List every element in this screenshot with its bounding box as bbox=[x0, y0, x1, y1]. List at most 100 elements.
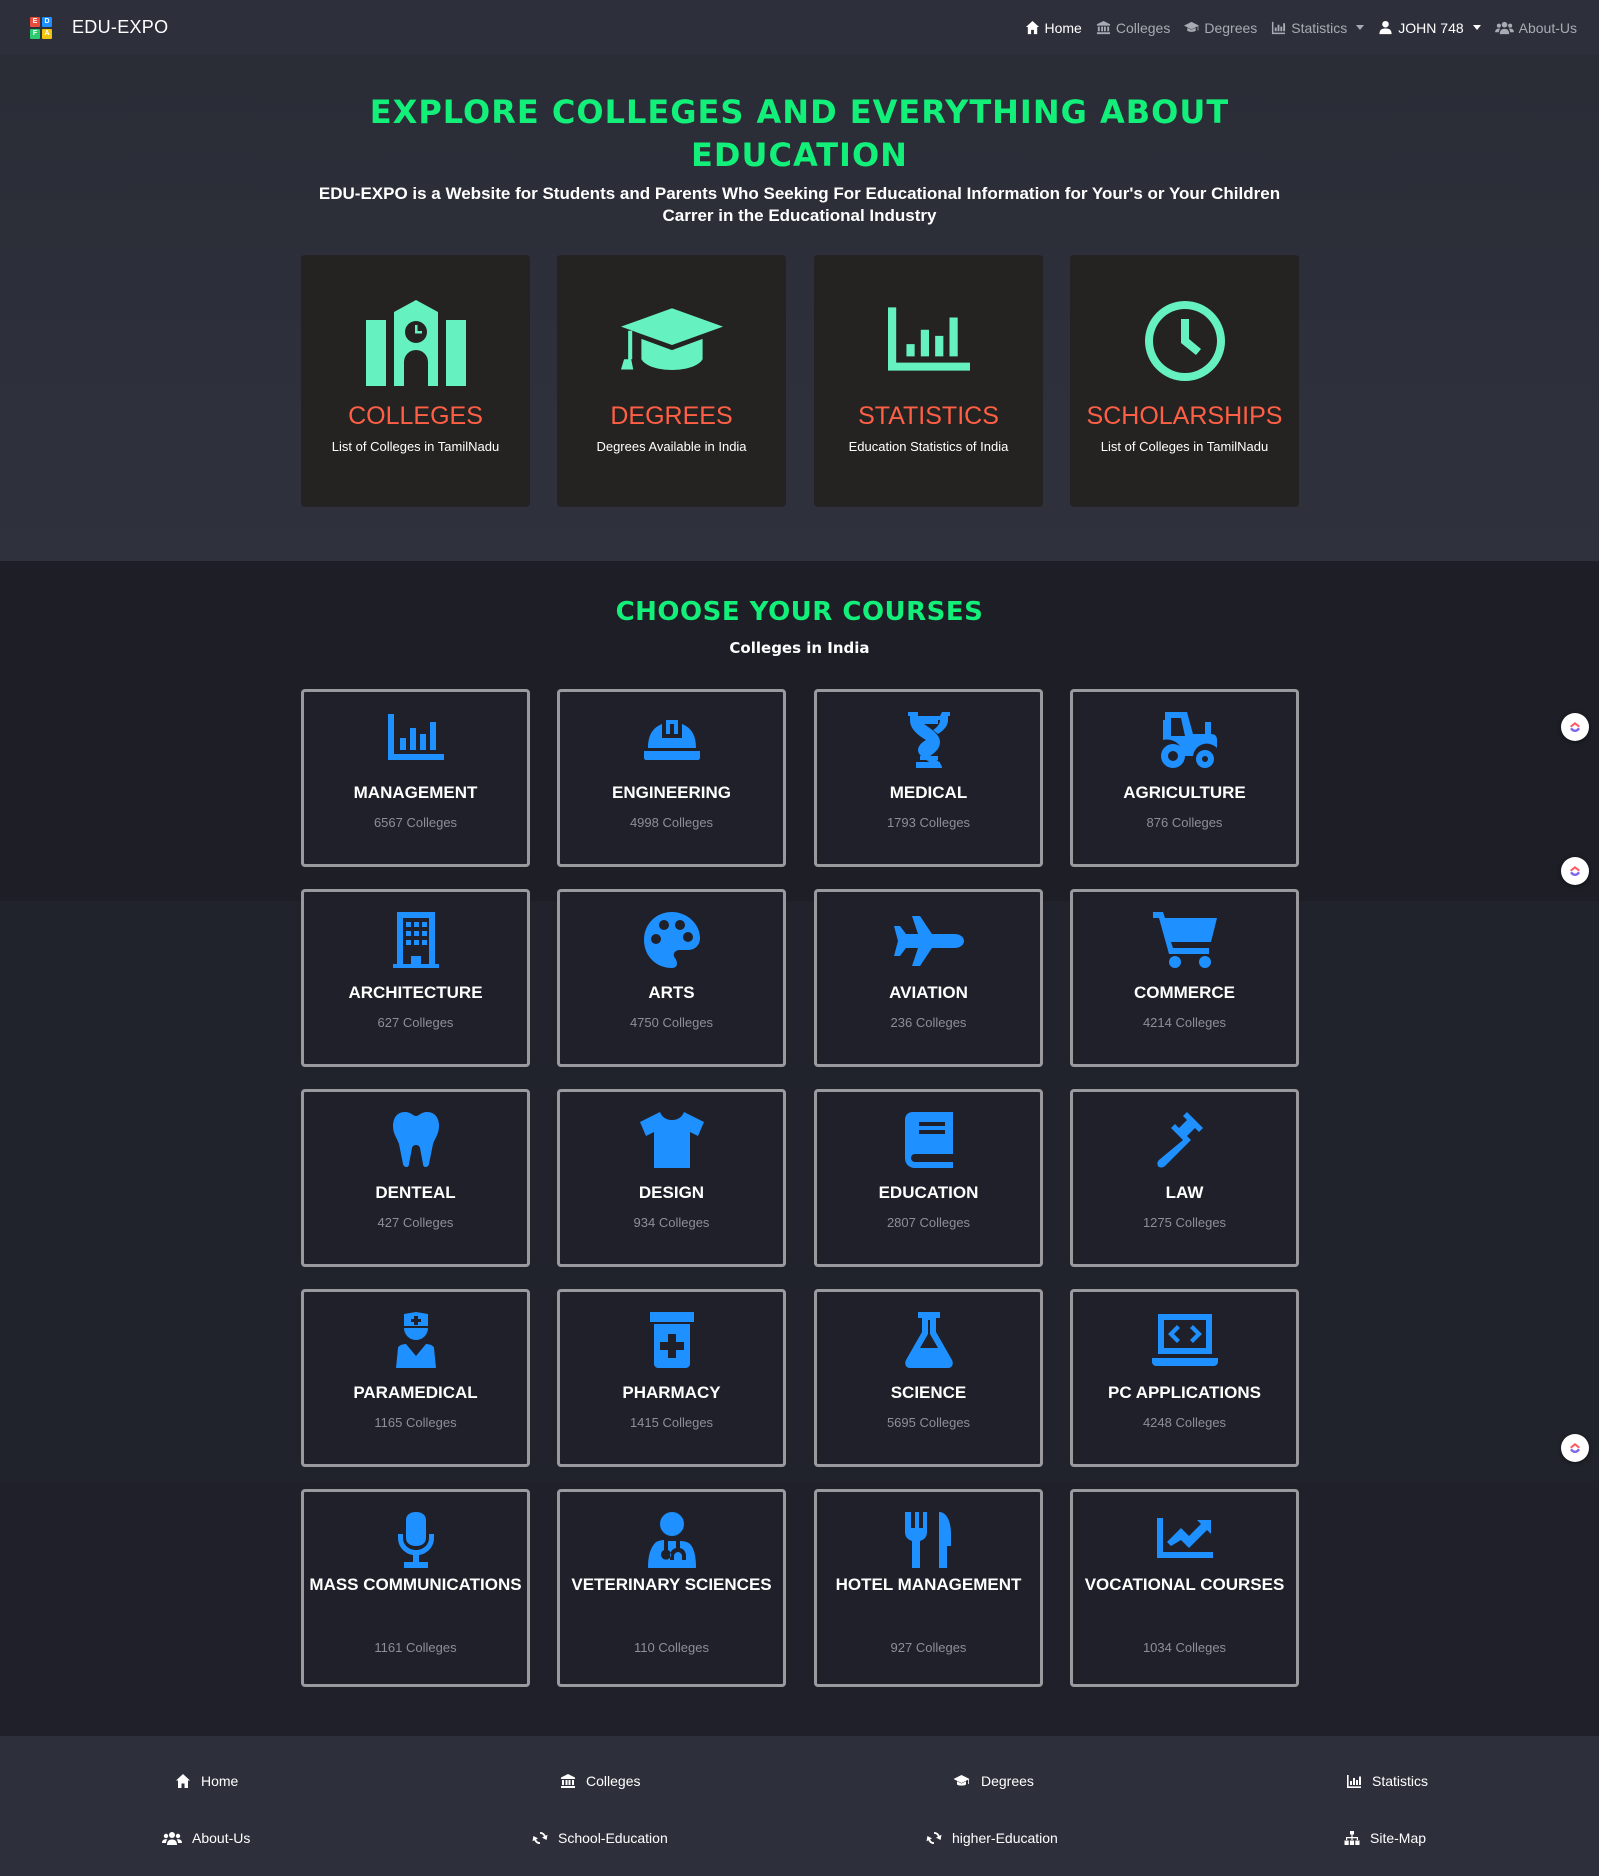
microphone-icon bbox=[396, 1512, 436, 1568]
book-icon bbox=[905, 1112, 953, 1168]
course-count: 1165 Colleges bbox=[374, 1415, 457, 1430]
course-card-veterinary-sciences[interactable]: VETERINARY SCIENCES 110 Colleges bbox=[557, 1489, 786, 1687]
course-count: 1034 Colleges bbox=[1142, 1640, 1227, 1655]
course-count: 934 Colleges bbox=[633, 1215, 710, 1230]
course-count: 627 Colleges bbox=[377, 1015, 454, 1030]
course-card-architecture[interactable]: ARCHITECTURE 627 Colleges bbox=[301, 889, 530, 1067]
course-card-hotel-management[interactable]: HOTEL MANAGEMENT 927 Colleges bbox=[814, 1489, 1043, 1687]
nav-degrees-label: Degrees bbox=[1204, 19, 1258, 36]
feature-desc: List of Colleges in TamilNadu bbox=[331, 439, 500, 454]
course-card-engineering[interactable]: ENGINEERING 4998 Colleges bbox=[557, 689, 786, 867]
course-count: 927 Colleges bbox=[890, 1640, 967, 1655]
footer-link-label: Statistics bbox=[1372, 1773, 1429, 1789]
feature-card-colleges[interactable]: COLLEGES List of Colleges in TamilNadu bbox=[301, 255, 530, 507]
feature-title: COLLEGES bbox=[348, 402, 483, 430]
graduation-cap-icon bbox=[1184, 20, 1199, 35]
course-name: VETERINARY SCIENCES bbox=[571, 1575, 772, 1594]
sync-icon bbox=[926, 1830, 942, 1846]
flask-icon bbox=[904, 1312, 954, 1368]
chart-line-icon bbox=[1157, 1518, 1213, 1558]
floating-widget-button[interactable] bbox=[1561, 713, 1589, 741]
course-name: LAW bbox=[1165, 1183, 1204, 1202]
plane-icon bbox=[894, 916, 964, 966]
course-card-agriculture[interactable]: AGRICULTURE 876 Colleges bbox=[1070, 689, 1299, 867]
home-icon bbox=[1025, 20, 1040, 35]
course-count: 1793 Colleges bbox=[886, 815, 971, 830]
course-name: AVIATION bbox=[889, 983, 968, 1002]
course-card-paramedical[interactable]: PARAMEDICAL 1165 Colleges bbox=[301, 1289, 530, 1467]
course-name: EDUCATION bbox=[878, 1183, 979, 1202]
sync-icon bbox=[532, 1830, 548, 1846]
course-name: ARCHITECTURE bbox=[348, 983, 483, 1002]
course-card-pharmacy[interactable]: PHARMACY 1415 Colleges bbox=[557, 1289, 786, 1467]
nav-statistics-dropdown[interactable]: Statistics bbox=[1271, 19, 1365, 36]
footer-link-colleges[interactable]: Colleges bbox=[560, 1773, 640, 1789]
brand[interactable]: E D F A EDU-EXPO bbox=[30, 16, 168, 39]
footer-link-school-education[interactable]: School-Education bbox=[532, 1830, 668, 1846]
course-count: 4998 Colleges bbox=[629, 815, 714, 830]
footer-link-about-us[interactable]: About-Us bbox=[162, 1830, 250, 1846]
prescription-bottle-icon bbox=[650, 1312, 694, 1368]
footer-link-home[interactable]: Home bbox=[175, 1773, 238, 1789]
course-count: 1415 Colleges bbox=[629, 1415, 714, 1430]
course-card-management[interactable]: MANAGEMENT 6567 Colleges bbox=[301, 689, 530, 867]
tooth-icon bbox=[393, 1112, 439, 1168]
course-name: MASS COMMUNICATIONS bbox=[309, 1575, 522, 1594]
logo-tile: A bbox=[42, 28, 52, 39]
course-count: 236 Colleges bbox=[890, 1015, 967, 1030]
feature-card-degrees[interactable]: DEGREES Degrees Available in India bbox=[557, 255, 786, 507]
course-card-vocational-courses[interactable]: VOCATIONAL COURSES 1034 Colleges bbox=[1070, 1489, 1299, 1687]
course-card-mass-communications[interactable]: MASS COMMUNICATIONS 1161 Colleges bbox=[301, 1489, 530, 1687]
nav-home-label: Home bbox=[1044, 19, 1082, 36]
hero-subtitle: EDU-EXPO is a Website for Students and P… bbox=[0, 183, 1599, 227]
course-card-aviation[interactable]: AVIATION 236 Colleges bbox=[814, 889, 1043, 1067]
course-name: HOTEL MANAGEMENT bbox=[835, 1575, 1022, 1594]
course-card-arts[interactable]: ARTS 4750 Colleges bbox=[557, 889, 786, 1067]
feature-card-statistics[interactable]: STATISTICS Education Statistics of India bbox=[814, 255, 1043, 507]
nav-degrees[interactable]: Degrees bbox=[1184, 20, 1257, 36]
school-icon bbox=[366, 300, 466, 386]
course-card-denteal[interactable]: DENTEAL 427 Colleges bbox=[301, 1089, 530, 1267]
footer-link-label: Site-Map bbox=[1370, 1830, 1427, 1846]
course-card-design[interactable]: DESIGN 934 Colleges bbox=[557, 1089, 786, 1267]
course-card-law[interactable]: LAW 1275 Colleges bbox=[1070, 1089, 1299, 1267]
course-card-education[interactable]: EDUCATION 2807 Colleges bbox=[814, 1089, 1043, 1267]
nav-home[interactable]: Home bbox=[1025, 20, 1082, 36]
course-count: 4214 Colleges bbox=[1142, 1015, 1227, 1030]
footer-link-label: Home bbox=[201, 1773, 239, 1789]
footer-link-site-map[interactable]: Site-Map bbox=[1344, 1830, 1426, 1846]
logo-tile: F bbox=[30, 28, 40, 39]
nav-user-dropdown[interactable]: JOHN 748 bbox=[1378, 20, 1481, 36]
hero-subtitle-text: EDU-EXPO is a Website for Students and P… bbox=[318, 184, 1281, 225]
feature-title: SCHOLARSHIPS bbox=[1086, 402, 1283, 430]
building-icon bbox=[393, 912, 439, 968]
course-name: PHARMACY bbox=[622, 1383, 721, 1402]
course-count: 2807 Colleges bbox=[886, 1215, 971, 1230]
course-name: VOCATIONAL COURSES bbox=[1084, 1575, 1285, 1594]
footer-link-degrees[interactable]: Degrees bbox=[952, 1773, 1034, 1789]
feature-desc: List of Colleges in TamilNadu bbox=[1100, 439, 1269, 454]
course-card-pc-applications[interactable]: PC APPLICATIONS 4248 Colleges bbox=[1070, 1289, 1299, 1467]
course-count: 4750 Colleges bbox=[629, 1015, 714, 1030]
courses-subtitle: Colleges in India bbox=[729, 639, 870, 657]
feature-desc: Degrees Available in India bbox=[596, 439, 747, 454]
course-card-medical[interactable]: MEDICAL 1793 Colleges bbox=[814, 689, 1043, 867]
sitemap-icon bbox=[1344, 1830, 1360, 1846]
footer-link-statistics[interactable]: Statistics bbox=[1346, 1773, 1428, 1789]
users-icon bbox=[1495, 20, 1514, 35]
floating-widget-button[interactable] bbox=[1561, 1434, 1589, 1462]
course-card-commerce[interactable]: COMMERCE 4214 Colleges bbox=[1070, 889, 1299, 1067]
nav-colleges[interactable]: Colleges bbox=[1096, 20, 1170, 36]
nav-statistics-label: Statistics bbox=[1291, 19, 1348, 36]
footer-link-label: higher-Education bbox=[952, 1830, 1058, 1846]
nav-links: Home Colleges Degrees Statistics JOHN 74… bbox=[1025, 0, 1577, 55]
floating-widget-button[interactable] bbox=[1561, 857, 1589, 885]
user-nurse-icon bbox=[390, 1312, 442, 1368]
course-card-science[interactable]: SCIENCE 5695 Colleges bbox=[814, 1289, 1043, 1467]
course-name: COMMERCE bbox=[1133, 983, 1236, 1002]
footer-link-higher-education[interactable]: higher-Education bbox=[926, 1830, 1058, 1846]
nav-about-us[interactable]: About-Us bbox=[1495, 20, 1577, 36]
university-icon bbox=[1096, 20, 1111, 35]
clickup-icon bbox=[1570, 866, 1580, 876]
feature-card-scholarships[interactable]: SCHOLARSHIPS List of Colleges in TamilNa… bbox=[1070, 255, 1299, 507]
